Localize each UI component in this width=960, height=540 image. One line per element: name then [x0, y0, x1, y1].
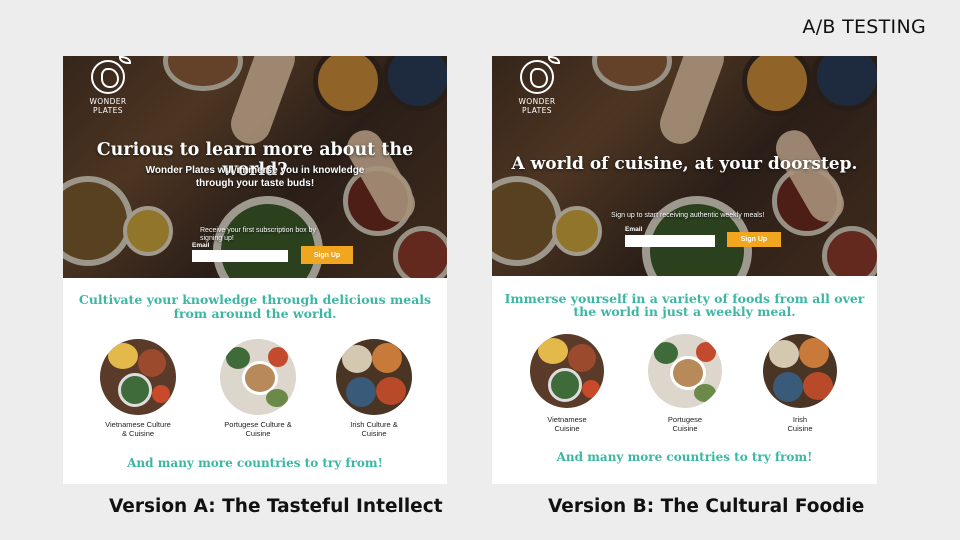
cuisine-caption-vietnamese: Vietnamese Cuisine [547, 415, 587, 433]
brand-name-line-2: PLATES [522, 106, 552, 115]
email-input[interactable] [192, 250, 288, 262]
brand-logo[interactable]: WONDER PLATES [83, 56, 133, 115]
landing-page-mockup-b: WONDER PLATES A world of cuisine, at you… [492, 56, 877, 484]
more-countries-text: And many more countries to try from! [127, 456, 383, 470]
signup-prompt-line-1: Receive your first subscription box by [200, 227, 316, 234]
cuisine-caption-irish: Irish Culture & Cuisine [350, 420, 398, 438]
tagline-line-1: Cultivate your knowledge through delicio… [78, 292, 432, 307]
hero-subheadline-line-2: through your taste buds! [195, 178, 315, 189]
cuisine-caption-irish: Irish Cuisine [787, 415, 813, 433]
email-label: Email [625, 226, 643, 233]
irish-food-image [336, 339, 412, 415]
irish-food-image [763, 334, 837, 408]
globe-leaf-icon [520, 56, 560, 94]
email-input[interactable] [625, 235, 715, 247]
brand-name-line-1: WONDER [518, 97, 556, 106]
signup-button[interactable]: Sign Up [727, 232, 781, 247]
portugese-food-image [220, 339, 296, 415]
cuisine-caption-portugese: Portugese Cuisine [667, 415, 703, 433]
vietnamese-food-image [100, 339, 176, 415]
vietnamese-food-image [530, 334, 604, 408]
hero-banner: WONDER PLATES Curious to learn more abou… [63, 56, 447, 278]
version-b-title: Version B: The Cultural Foodie [548, 496, 865, 517]
landing-page-mockup-a: WONDER PLATES Curious to learn more abou… [63, 56, 447, 484]
hero-headline: A world of cuisine, at your doorstep. [511, 154, 858, 174]
brand-logo[interactable]: WONDER PLATES [512, 56, 562, 115]
email-label: Email [192, 242, 210, 249]
more-countries-text: And many more countries to try from! [556, 450, 813, 464]
hero-banner: WONDER PLATES A world of cuisine, at you… [492, 56, 877, 276]
cuisine-caption-portugese: Portugese Culture & Cuisine [224, 420, 292, 438]
brand-name-line-1: WONDER [89, 97, 127, 106]
signup-button[interactable]: Sign Up [301, 246, 353, 264]
tagline-line-2: the world in just a weekly meal. [573, 304, 796, 319]
hero-subheadline-line-1: Wonder Plates will immerse you in knowle… [145, 165, 365, 176]
slide-tag: A/B TESTING [802, 16, 926, 38]
cuisine-caption-vietnamese: Vietnamese Culture & Cuisine [105, 420, 171, 438]
portugese-food-image [648, 334, 722, 408]
brand-name-line-2: PLATES [93, 106, 123, 115]
signup-prompt: Sign up to start receiving authentic wee… [611, 212, 765, 219]
version-a-title: Version A: The Tasteful Intellect [109, 496, 443, 517]
tagline-line-2: from around the world. [173, 306, 337, 321]
globe-leaf-icon [91, 56, 131, 94]
